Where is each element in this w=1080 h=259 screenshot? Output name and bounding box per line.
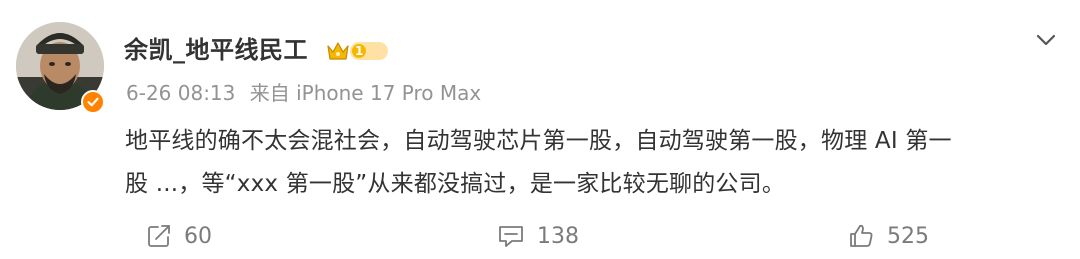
crown-icon [327,42,349,60]
vip-badge[interactable]: 1 [326,38,390,64]
like-icon [847,222,875,250]
post-time[interactable]: 6-26 08:13 [126,81,235,105]
post-meta: 6-26 08:13 来自 iPhone 17 Pro Max [126,80,481,106]
author-name[interactable]: 余凯_地平线民工 [124,34,308,66]
comment-count: 138 [537,223,579,249]
post-content: 地平线的确不太会混社会，自动驾驶芯片第一股，自动驾驶第一股，物理 AI 第一 股… [125,120,1050,206]
comment-icon [497,223,525,249]
like-count: 525 [887,223,929,249]
vip-level: 1 [355,44,364,58]
repost-count: 60 [184,223,212,249]
post-text-line: 地平线的确不太会混社会，自动驾驶芯片第一股，自动驾驶第一股，物理 AI 第一 [125,128,952,154]
like-button[interactable]: 525 [847,220,929,252]
post-source: 来自 iPhone 17 Pro Max [249,81,482,105]
verified-badge-icon [81,90,105,114]
repost-icon [146,223,172,249]
chevron-down-icon [1036,34,1056,46]
repost-button[interactable]: 60 [146,220,212,252]
comment-button[interactable]: 138 [497,220,579,252]
weibo-post: 余凯_地平线民工 1 6-26 08:13 来自 iPhone 17 Pro M… [0,0,1080,259]
post-text-line: 股 ...，等“xxx 第一股”从来都没搞过，是一家比较无聊的公司。 [125,171,786,197]
post-menu-button[interactable] [1032,26,1060,54]
